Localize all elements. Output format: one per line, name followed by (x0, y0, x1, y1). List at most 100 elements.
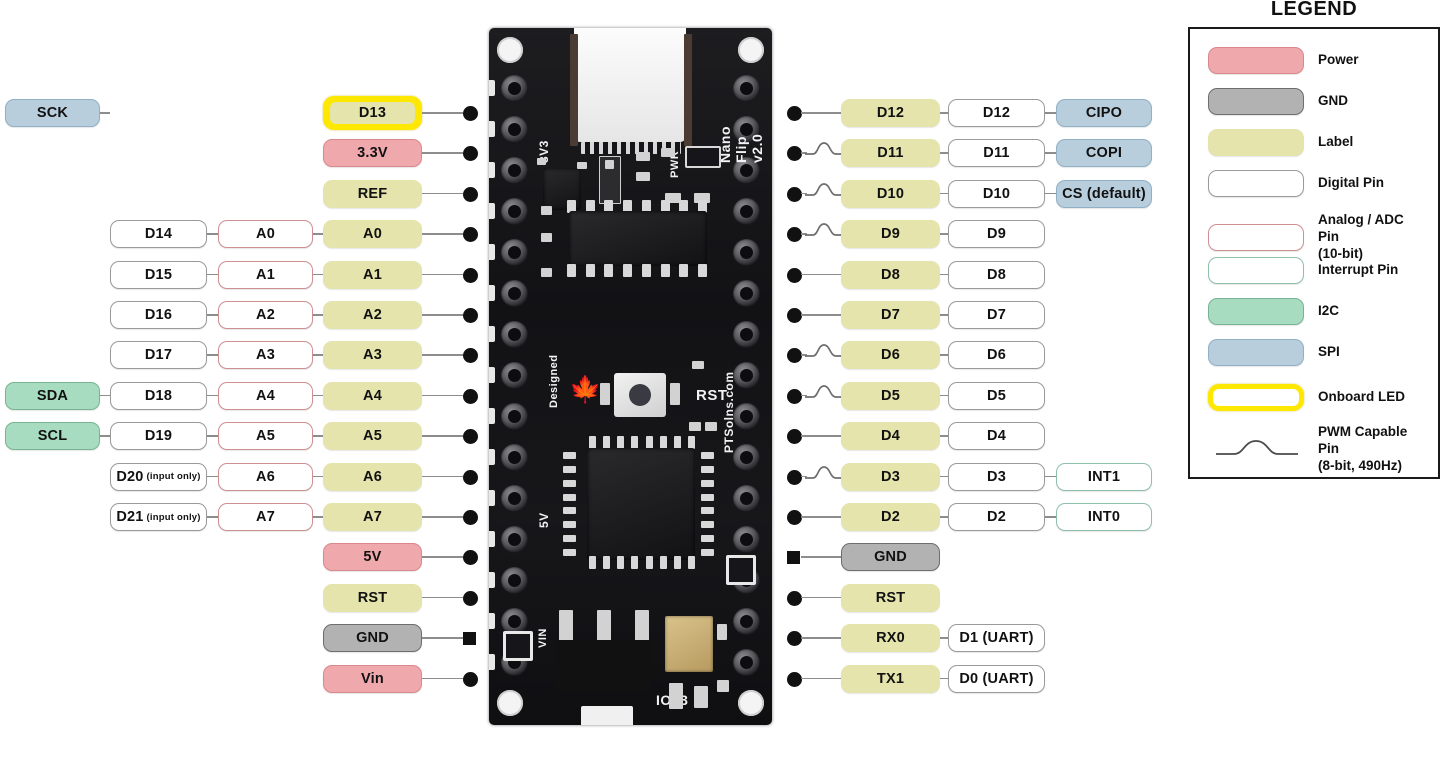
right-label-pill-d6[interactable]: D6 (841, 341, 940, 370)
right-digital-pill-d9[interactable]: D9 (948, 220, 1045, 249)
right-label-pill-d3[interactable]: D3 (841, 462, 940, 491)
left-analog-pill-a1[interactable]: A1 (218, 260, 313, 289)
pill-label: D10 (876, 185, 905, 202)
left-analog-pill-a4[interactable]: A4 (218, 381, 313, 410)
pin-pad-dot (787, 590, 802, 606)
right-digital-pill-d5[interactable]: D5 (948, 381, 1045, 410)
left-digital-pill-d19[interactable]: D19 (110, 422, 207, 451)
right-label-pill-d2[interactable]: D2 (841, 503, 940, 531)
right-label-pill-d5[interactable]: D5 (841, 381, 940, 410)
left-analog-pill-a7[interactable]: A7 (218, 503, 313, 531)
right-digital-pill-d8[interactable]: D8 (948, 260, 1045, 289)
left-label-pill-a7[interactable]: A7 (323, 503, 422, 531)
left-analog-pill-a6[interactable]: A6 (218, 462, 313, 491)
connector-line (313, 435, 323, 437)
left-label-pill-3-3v[interactable]: 3.3V (323, 139, 422, 168)
legend-label-pwm-capable-pin: PWM Capable Pin (8-bit, 490Hz) (1318, 424, 1408, 473)
right-digital-pill-d6[interactable]: D6 (948, 341, 1045, 370)
right-label-pill-d12[interactable]: D12 (841, 99, 940, 127)
mounting-hole (497, 690, 523, 716)
right-digital-pill-d7[interactable]: D7 (948, 301, 1045, 329)
left-extra-pill-scl[interactable]: SCL (5, 422, 100, 451)
legend-swatch-power (1208, 47, 1304, 74)
left-extra-pill-sck[interactable]: SCK (5, 99, 100, 127)
right-label-pill-tx1[interactable]: TX1 (841, 664, 940, 693)
left-label-pill-a0[interactable]: A0 (323, 220, 422, 249)
right-extra-pill-cs-default-[interactable]: CS (default) (1056, 179, 1152, 208)
left-label-pill-d13[interactable]: D13 (323, 96, 422, 130)
right-label-pill-rx0[interactable]: RX0 (841, 624, 940, 653)
connector-line (207, 516, 218, 518)
right-digital-pill-d10[interactable]: D10 (948, 179, 1045, 208)
left-digital-pill-d18[interactable]: D18 (110, 381, 207, 410)
legend-swatch-label (1208, 129, 1304, 156)
connector-line (940, 637, 948, 639)
onboard-led-inner: D13 (330, 102, 415, 124)
left-analog-pill-a3[interactable]: A3 (218, 341, 313, 370)
right-label-pill-rst[interactable]: RST (841, 583, 940, 612)
pill-label: D21 (116, 509, 144, 525)
pill-label: D6 (881, 347, 900, 364)
left-label-pill-5v[interactable]: 5V (323, 543, 422, 572)
right-label-pill-d11[interactable]: D11 (841, 139, 940, 168)
pill-label: D2 (987, 509, 1006, 525)
left-label-pill-a5[interactable]: A5 (323, 422, 422, 451)
right-extra-pill-cipo[interactable]: CIPO (1056, 99, 1152, 127)
right-digital-pill-d1-uart-[interactable]: D1 (UART) (948, 624, 1045, 653)
left-label-pill-a3[interactable]: A3 (323, 341, 422, 370)
mounting-hole (738, 37, 764, 63)
right-label-pill-d8[interactable]: D8 (841, 260, 940, 289)
right-digital-pill-d12[interactable]: D12 (948, 99, 1045, 127)
right-digital-pill-d11[interactable]: D11 (948, 139, 1045, 168)
left-digital-pill-d14[interactable]: D14 (110, 220, 207, 249)
left-digital-pill-d15[interactable]: D15 (110, 260, 207, 289)
right-label-pill-gnd[interactable]: GND (841, 543, 940, 572)
right-digital-pill-d0-uart-[interactable]: D0 (UART) (948, 664, 1045, 693)
legend-swatch-analog-adc-pin (1208, 223, 1304, 251)
qfn-pins-right (701, 452, 714, 556)
connector-line (313, 475, 323, 478)
right-label-pill-d9[interactable]: D9 (841, 220, 940, 249)
legend-swatch-gnd (1208, 88, 1304, 115)
connector-line (940, 677, 948, 680)
legend-label-analog-adc-pin: Analog / ADC Pin (10-bit) (1318, 212, 1404, 261)
left-label-pill-a6[interactable]: A6 (323, 462, 422, 491)
connector-line (313, 314, 323, 316)
right-digital-pill-d4[interactable]: D4 (948, 422, 1045, 451)
right-label-pill-d7[interactable]: D7 (841, 301, 940, 329)
reset-button[interactable] (614, 373, 666, 417)
pin-pad-dot (463, 671, 478, 687)
left-label-pill-ref[interactable]: REF (323, 179, 422, 208)
right-extra-pill-int1[interactable]: INT1 (1056, 462, 1152, 491)
left-label-pill-rst[interactable]: RST (323, 583, 422, 612)
right-label-pill-d4[interactable]: D4 (841, 422, 940, 451)
left-digital-pill-d20[interactable]: D20 (input only) (110, 462, 207, 491)
left-label-pill-a1[interactable]: A1 (323, 260, 422, 289)
left-digital-pill-d21[interactable]: D21 (input only) (110, 503, 207, 531)
pill-label: 5V (363, 549, 382, 566)
legend-item-digital-pin: Digital Pin (1208, 170, 1424, 197)
left-analog-pill-a0[interactable]: A0 (218, 220, 313, 249)
connector-line (422, 152, 463, 154)
left-label-pill-a4[interactable]: A4 (323, 381, 422, 410)
connector-line (422, 233, 463, 235)
left-extra-pill-sda[interactable]: SDA (5, 381, 100, 410)
connector-line (940, 152, 948, 154)
pin-pad-dot (787, 388, 802, 404)
right-extra-pill-copi[interactable]: COPI (1056, 139, 1152, 168)
right-digital-pill-d2[interactable]: D2 (948, 503, 1045, 531)
left-analog-pill-a2[interactable]: A2 (218, 301, 313, 329)
left-digital-pill-d16[interactable]: D16 (110, 301, 207, 329)
left-label-pill-vin[interactable]: Vin (323, 664, 422, 693)
left-analog-pill-a5[interactable]: A5 (218, 422, 313, 451)
pinout-diagram: Nano Flip v2.0 3V3 PWR Designed RST PTSo… (0, 0, 1445, 767)
left-label-pill-a2[interactable]: A2 (323, 301, 422, 329)
silk-designed: Designed (548, 354, 560, 408)
pill-label: SDA (36, 387, 69, 404)
left-label-pill-gnd[interactable]: GND (323, 624, 422, 653)
right-extra-pill-int0[interactable]: INT0 (1056, 503, 1152, 531)
right-digital-pill-d3[interactable]: D3 (948, 462, 1045, 491)
pill-label: D6 (987, 347, 1006, 364)
left-digital-pill-d17[interactable]: D17 (110, 341, 207, 370)
right-label-pill-d10[interactable]: D10 (841, 179, 940, 208)
